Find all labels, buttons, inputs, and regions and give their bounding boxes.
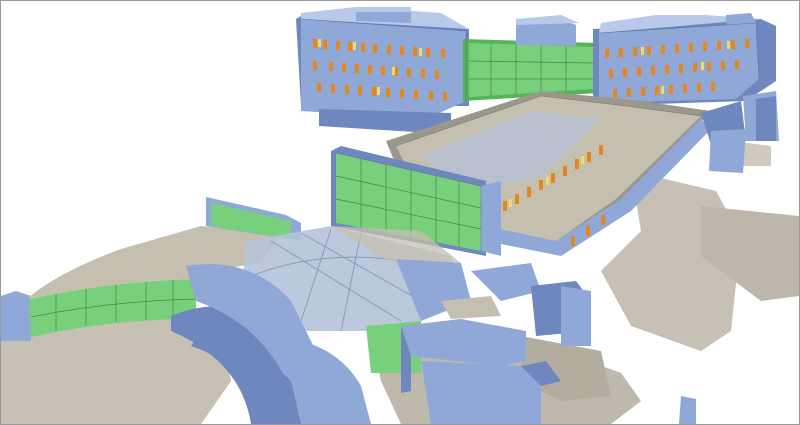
glazed-link xyxy=(463,15,599,101)
north-west-block xyxy=(296,7,469,133)
model-viewport[interactable] xyxy=(0,0,800,425)
building-model-render[interactable] xyxy=(1,1,799,424)
